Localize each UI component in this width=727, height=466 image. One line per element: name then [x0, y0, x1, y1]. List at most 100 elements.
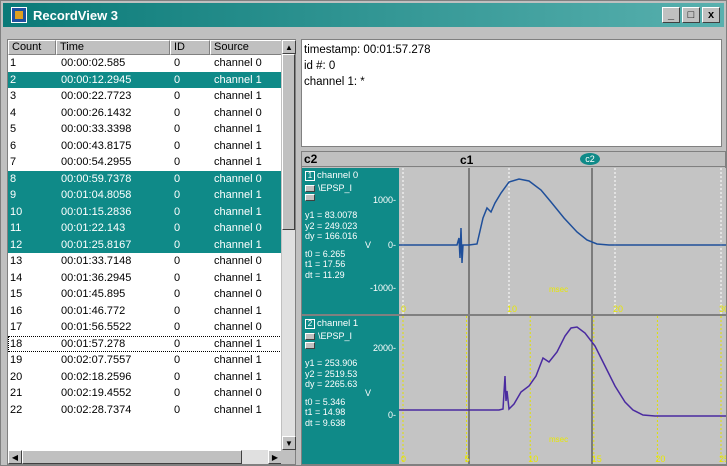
cell-source: channel 1	[214, 403, 262, 416]
cell-time: 00:01:57.278	[61, 337, 126, 350]
table-row[interactable]: 11 00:01:22.143 0 channel 0	[8, 220, 282, 237]
close-button[interactable]: x	[702, 7, 720, 23]
cell-id: 0	[174, 156, 181, 169]
table-row[interactable]: 13 00:01:33.7148 0 channel 0	[8, 253, 282, 270]
table-row[interactable]: 5 00:00:33.3398 0 channel 1	[8, 121, 282, 138]
cell-id: 0	[174, 271, 181, 284]
info-channel: channel 1: *	[304, 76, 365, 88]
table-row[interactable]: 20 00:02:18.2596 0 channel 1	[8, 369, 282, 386]
restore-button[interactable]: □	[682, 7, 700, 23]
table-row[interactable]: 8 00:00:59.7378 0 channel 0	[8, 170, 282, 187]
cell-id: 0	[174, 57, 181, 70]
cell-time: 00:02:18.2596	[61, 370, 132, 383]
table-row[interactable]: 18 00:01:57.278 0 channel 1	[8, 335, 282, 352]
column-header-time[interactable]: Time	[56, 40, 170, 55]
channel-1-plot[interactable]: 0 5 10 15 20 25 msec	[399, 316, 726, 464]
table-row[interactable]: 3 00:00:22.7723 0 channel 1	[8, 88, 282, 105]
channel-0-header: 1 channel 0	[305, 170, 358, 181]
channel-0-t1: t1 = 17.56	[305, 259, 346, 269]
table-row[interactable]: 22 00:02:28.7374 0 channel 1	[8, 402, 282, 419]
x-tick-label: 0	[401, 304, 406, 314]
minimize-button[interactable]: _	[662, 7, 680, 23]
table-row[interactable]: 2 00:00:12.2945 0 channel 1	[8, 71, 282, 88]
channel-1-dt: dt = 9.638	[305, 417, 346, 428]
channel-1-measurements: y1 = 253.906 y2 = 2519.53 dy = 2265.63 V…	[305, 358, 371, 428]
event-info-panel: timestamp: 00:01:57.278 id #: 0 channel …	[301, 39, 722, 147]
table-row[interactable]: 15 00:01:45.895 0 channel 0	[8, 286, 282, 303]
cell-id: 0	[174, 354, 181, 367]
column-header-count[interactable]: Count	[8, 40, 56, 55]
cell-count: 3	[10, 90, 17, 103]
channel-0-unit-v: V	[365, 239, 372, 250]
scroll-up-icon[interactable]: ▲	[282, 40, 296, 54]
cell-time: 00:02:07.7557	[61, 354, 132, 367]
channel-1-t1: t1 = 14.98	[305, 407, 346, 417]
scope-view: c2 c1 c2 1 channel 0 \EPSP_I 1000- y1 = …	[301, 151, 726, 465]
hscroll-thumb[interactable]	[22, 450, 242, 464]
channel-1-y1: y1 = 253.906	[305, 358, 358, 368]
channel-1-ytick-top: 2000-	[372, 343, 396, 353]
table-row[interactable]: 21 00:02:19.4552 0 channel 0	[8, 385, 282, 402]
cursor-1-label[interactable]: c1	[460, 153, 473, 167]
cursor-left-label[interactable]: c2	[304, 152, 317, 166]
table-row[interactable]: 9 00:01:04.8058 0 channel 1	[8, 187, 282, 204]
table-row[interactable]: 16 00:01:46.772 0 channel 1	[8, 303, 282, 320]
channel-0-ytick-bot: -1000-	[369, 283, 396, 293]
channel-0-scale-up-button[interactable]	[305, 185, 315, 192]
x-tick-label: 0	[401, 454, 406, 464]
channel-0-plot[interactable]: 0 10 20 30 msec	[399, 168, 726, 314]
x-tick-label: 10	[507, 304, 517, 314]
cell-time: 00:00:12.2945	[61, 73, 132, 86]
cell-count: 9	[10, 189, 17, 202]
channel-1-scale-down-button[interactable]	[305, 342, 315, 349]
cell-source: channel 1	[214, 156, 262, 169]
cell-id: 0	[174, 255, 181, 268]
channel-1-y2: y2 = 2519.53	[305, 368, 358, 379]
scroll-thumb[interactable]	[282, 54, 295, 230]
column-header-id[interactable]: ID	[170, 40, 210, 55]
channel-1-dy: dy = 2265.63	[305, 379, 358, 389]
cell-source: channel 0	[214, 222, 262, 235]
table-row[interactable]: 10 00:01:15.2836 0 channel 1	[8, 203, 282, 220]
table-row[interactable]: 1 00:00:02.585 0 channel 0	[8, 55, 282, 72]
cell-count: 7	[10, 156, 17, 169]
cell-time: 00:00:22.7723	[61, 90, 132, 103]
cell-count: 15	[10, 288, 23, 301]
cell-count: 5	[10, 123, 17, 136]
scroll-down-icon[interactable]: ▼	[282, 436, 296, 450]
channel-0-number: 1	[305, 170, 315, 181]
cell-source: channel 0	[214, 255, 262, 268]
table-row[interactable]: 14 00:01:36.2945 0 channel 1	[8, 270, 282, 287]
cell-id: 0	[174, 403, 181, 416]
cell-time: 00:00:59.7378	[61, 172, 132, 185]
scroll-left-icon[interactable]: ◀	[8, 450, 22, 464]
table-row[interactable]: 19 00:02:07.7557 0 channel 1	[8, 352, 282, 369]
window-title: RecordView 3	[33, 7, 119, 23]
cell-id: 0	[174, 387, 181, 400]
table-row[interactable]: 12 00:01:25.8167 0 channel 1	[8, 236, 282, 253]
table-row[interactable]: 7 00:00:54.2955 0 channel 1	[8, 154, 282, 171]
table-row[interactable]: 6 00:00:43.8175 0 channel 1	[8, 138, 282, 155]
scroll-right-icon[interactable]: ▶	[268, 450, 282, 464]
cell-count: 13	[10, 255, 23, 268]
channel-1-scale-up-button[interactable]	[305, 333, 315, 340]
cursor-2-badge[interactable]: c2	[580, 153, 600, 165]
x-tick-label: 20	[613, 304, 623, 314]
horizontal-scrollbar[interactable]: ◀ ▶	[8, 450, 282, 464]
table-row[interactable]: 17 00:01:56.5522 0 channel 0	[8, 319, 282, 336]
title-bar[interactable]: RecordView 3 _ □ x	[3, 3, 724, 27]
cell-count: 11	[10, 222, 22, 235]
channel-0-t0: t0 = 6.265	[305, 248, 346, 259]
cell-count: 19	[10, 354, 23, 367]
cell-source: channel 1	[214, 73, 262, 86]
table-row[interactable]: 4 00:00:26.1432 0 channel 0	[8, 105, 282, 122]
info-id: id #: 0	[304, 60, 336, 72]
cell-id: 0	[174, 337, 181, 350]
vertical-scrollbar[interactable]: ▲ ▼	[281, 40, 296, 450]
cell-time: 00:01:15.2836	[61, 205, 132, 218]
event-list[interactable]: Count Time ID Source 1 00:00:02.585 0 chann…	[7, 39, 296, 465]
column-header-source[interactable]: Source	[210, 40, 282, 55]
cell-time: 00:01:56.5522	[61, 321, 132, 334]
cursor-bar[interactable]: c2 c1 c2	[302, 152, 725, 167]
channel-0-scale-down-button[interactable]	[305, 194, 315, 201]
